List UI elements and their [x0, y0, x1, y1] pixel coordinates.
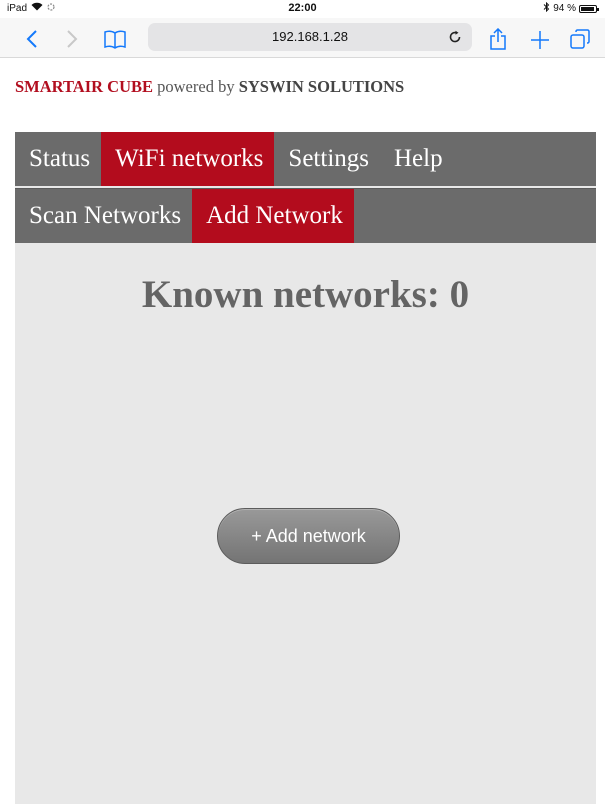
share-button[interactable]: [486, 21, 510, 55]
primary-menu: Status WiFi networks Settings Help: [15, 132, 596, 186]
secondary-menu: Scan Networks Add Network: [15, 188, 596, 243]
brand-header: SMARTAIR CUBE powered by SYSWIN SOLUTION…: [15, 77, 404, 97]
forward-button[interactable]: [62, 21, 82, 55]
menu-item-wifi-networks[interactable]: WiFi networks: [101, 132, 275, 186]
back-button[interactable]: [22, 21, 42, 55]
page-title: Known networks: 0: [141, 273, 470, 316]
app-panel: Status WiFi networks Settings Help Scan …: [15, 132, 596, 804]
web-page: SMARTAIR CUBE powered by SYSWIN SOLUTION…: [0, 58, 605, 806]
bluetooth-icon: [543, 1, 550, 15]
status-time: 22:00: [288, 2, 317, 14]
submenu-item-add-network[interactable]: Add Network: [192, 189, 354, 243]
new-tab-button[interactable]: [528, 21, 552, 55]
chevron-left-icon: [26, 29, 37, 48]
chevron-right-icon: [67, 29, 78, 48]
brand-company: SYSWIN SOLUTIONS: [238, 77, 405, 96]
reload-icon[interactable]: [448, 23, 462, 51]
battery-icon: [579, 4, 599, 13]
status-right: 94 %: [543, 1, 599, 15]
plus-icon: [531, 30, 549, 49]
brand-name: SMARTAIR CUBE: [15, 77, 154, 96]
tabs-button[interactable]: [568, 21, 592, 55]
status-bar: iPad 22:00 94 %: [0, 0, 605, 18]
address-text: 192.168.1.28: [272, 29, 348, 44]
menu-item-settings[interactable]: Settings: [274, 132, 380, 186]
bookmarks-button[interactable]: [100, 21, 130, 55]
battery-percent: 94 %: [553, 3, 576, 14]
brand-tagline: powered by: [153, 77, 239, 96]
tabs-icon: [570, 28, 590, 49]
menu-item-help[interactable]: Help: [380, 132, 454, 186]
add-network-button[interactable]: + Add network: [217, 508, 400, 564]
menu-item-status[interactable]: Status: [15, 132, 101, 186]
browser-toolbar: 192.168.1.28: [0, 18, 605, 58]
book-icon: [104, 30, 126, 49]
share-icon: [490, 27, 506, 50]
address-bar[interactable]: 192.168.1.28: [148, 23, 472, 51]
submenu-item-scan-networks[interactable]: Scan Networks: [15, 189, 192, 243]
